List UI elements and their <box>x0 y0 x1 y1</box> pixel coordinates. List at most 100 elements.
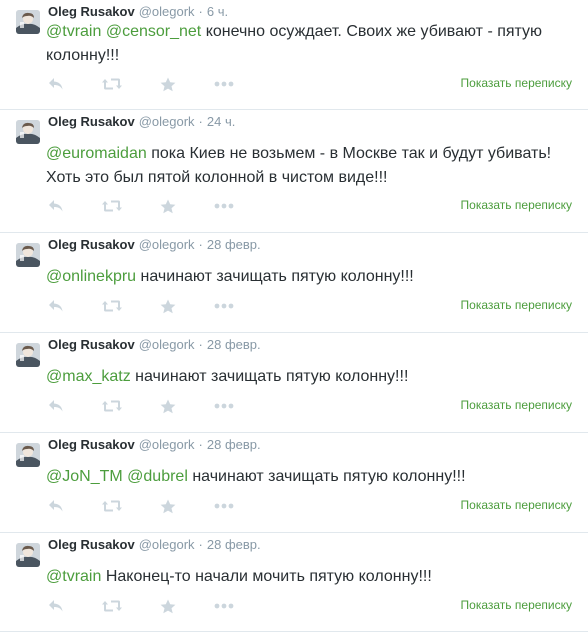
reply-icon <box>48 77 64 91</box>
tweet-card[interactable]: Oleg Rusakov @olegork · 28 февр. @max_katz н… <box>0 333 588 433</box>
user-fullname[interactable]: Oleg Rusakov <box>48 437 135 452</box>
show-conversation-link[interactable]: Показать переписку <box>461 498 572 512</box>
show-conversation-link[interactable]: Показать переписку <box>461 598 572 612</box>
reply-icon <box>48 599 64 613</box>
reply-icon <box>48 299 64 313</box>
tweet-body: начинают зачищать пятую колонну!!! <box>140 268 414 285</box>
reply-button[interactable] <box>46 496 66 516</box>
user-handle[interactable]: @olegork <box>139 437 195 452</box>
avatar[interactable] <box>16 543 40 567</box>
retweet-button[interactable] <box>102 596 122 616</box>
separator-dot: · <box>198 114 203 129</box>
tweet-body: Наконец-то начали мочить пятую колонну!!… <box>105 568 432 585</box>
separator-dot: · <box>198 437 203 452</box>
reply-button[interactable] <box>46 74 66 94</box>
favorite-button[interactable] <box>158 496 178 516</box>
user-fullname[interactable]: Oleg Rusakov <box>48 237 135 252</box>
retweet-button[interactable] <box>102 496 122 516</box>
show-conversation-link[interactable]: Показать переписку <box>461 76 572 90</box>
retweet-button[interactable] <box>102 396 122 416</box>
retweet-icon <box>102 599 122 613</box>
avatar[interactable] <box>16 343 40 367</box>
mention-link[interactable]: @max_katz <box>46 368 131 385</box>
tweet-header: Oleg Rusakov @olegork · 24 ч. <box>48 114 235 132</box>
retweet-button[interactable] <box>102 74 122 94</box>
avatar[interactable] <box>16 10 40 34</box>
more-button[interactable] <box>214 496 234 516</box>
tweet-body: начинают зачищать пятую колонну!!! <box>192 468 466 485</box>
more-button[interactable] <box>214 196 234 216</box>
show-conversation-link[interactable]: Показать переписку <box>461 298 572 312</box>
reply-icon <box>48 199 64 213</box>
tweet-timestamp[interactable]: 24 ч. <box>207 114 235 129</box>
more-button[interactable] <box>214 74 234 94</box>
retweet-button[interactable] <box>102 296 122 316</box>
mention-link[interactable]: @dubrel <box>127 468 188 485</box>
more-icon <box>214 403 234 409</box>
tweet-header: Oleg Rusakov @olegork · 28 февр. <box>48 237 261 255</box>
tweet-card[interactable]: Oleg Rusakov @olegork · 6 ч. @tvrain @censor… <box>0 0 588 110</box>
user-handle[interactable]: @olegork <box>139 237 195 252</box>
tweet-timestamp[interactable]: 28 февр. <box>207 437 261 452</box>
user-handle[interactable]: @olegork <box>139 114 195 129</box>
reply-button[interactable] <box>46 596 66 616</box>
separator-dot: · <box>198 237 203 252</box>
tweet-body: начинают зачищать пятую колонну!!! <box>135 368 409 385</box>
more-icon <box>214 203 234 209</box>
user-fullname[interactable]: Oleg Rusakov <box>48 537 135 552</box>
favorite-icon <box>160 599 176 614</box>
tweet-timestamp[interactable]: 28 февр. <box>207 237 261 252</box>
tweet-text: @euromaidan пока Киев не возьмем - в Мос… <box>46 142 566 190</box>
favorite-button[interactable] <box>158 596 178 616</box>
reply-icon <box>48 399 64 413</box>
mention-link[interactable]: @censor_net <box>106 23 201 40</box>
tweet-card[interactable]: Oleg Rusakov @olegork · 28 февр. @tvrain Нак… <box>0 533 588 632</box>
retweet-button[interactable] <box>102 196 122 216</box>
tweet-header: Oleg Rusakov @olegork · 28 февр. <box>48 437 261 455</box>
user-fullname[interactable]: Oleg Rusakov <box>48 4 135 19</box>
reply-icon <box>48 499 64 513</box>
reply-button[interactable] <box>46 396 66 416</box>
more-icon <box>214 303 234 309</box>
user-fullname[interactable]: Oleg Rusakov <box>48 114 135 129</box>
more-button[interactable] <box>214 396 234 416</box>
favorite-icon <box>160 199 176 214</box>
retweet-icon <box>102 77 122 91</box>
tweet-timestamp[interactable]: 28 февр. <box>207 337 261 352</box>
reply-button[interactable] <box>46 296 66 316</box>
more-button[interactable] <box>214 296 234 316</box>
favorite-button[interactable] <box>158 396 178 416</box>
more-button[interactable] <box>214 596 234 616</box>
favorite-icon <box>160 299 176 314</box>
retweet-icon <box>102 299 122 313</box>
tweet-card[interactable]: Oleg Rusakov @olegork · 28 февр. @JoN_TM @du… <box>0 433 588 533</box>
mention-link[interactable]: @onlinekpru <box>46 268 136 285</box>
tweet-card[interactable]: Oleg Rusakov @olegork · 28 февр. @onlinekpru… <box>0 233 588 333</box>
tweet-text: @max_katz начинают зачищать пятую колонн… <box>46 365 566 389</box>
show-conversation-link[interactable]: Показать переписку <box>461 198 572 212</box>
mention-link[interactable]: @JoN_TM <box>46 468 123 485</box>
tweet-card[interactable]: Oleg Rusakov @olegork · 24 ч. @euromaidan по… <box>0 110 588 233</box>
user-fullname[interactable]: Oleg Rusakov <box>48 337 135 352</box>
favorite-button[interactable] <box>158 196 178 216</box>
tweet-timestamp[interactable]: 6 ч. <box>207 4 228 19</box>
favorite-button[interactable] <box>158 74 178 94</box>
reply-button[interactable] <box>46 196 66 216</box>
retweet-icon <box>102 399 122 413</box>
tweet-timestamp[interactable]: 28 февр. <box>207 537 261 552</box>
mention-link[interactable]: @euromaidan <box>46 145 147 162</box>
avatar[interactable] <box>16 243 40 267</box>
user-handle[interactable]: @olegork <box>139 4 195 19</box>
show-conversation-link[interactable]: Показать переписку <box>461 398 572 412</box>
mention-link[interactable]: @tvrain <box>46 568 101 585</box>
favorite-button[interactable] <box>158 296 178 316</box>
mention-link[interactable]: @tvrain <box>46 23 101 40</box>
avatar[interactable] <box>16 120 40 144</box>
user-handle[interactable]: @olegork <box>139 337 195 352</box>
separator-dot: · <box>198 337 203 352</box>
tweet-text: @onlinekpru начинают зачищать пятую коло… <box>46 265 566 289</box>
separator-dot: · <box>198 4 203 19</box>
avatar[interactable] <box>16 443 40 467</box>
tweet-header: Oleg Rusakov @olegork · 28 февр. <box>48 537 261 555</box>
user-handle[interactable]: @olegork <box>139 537 195 552</box>
